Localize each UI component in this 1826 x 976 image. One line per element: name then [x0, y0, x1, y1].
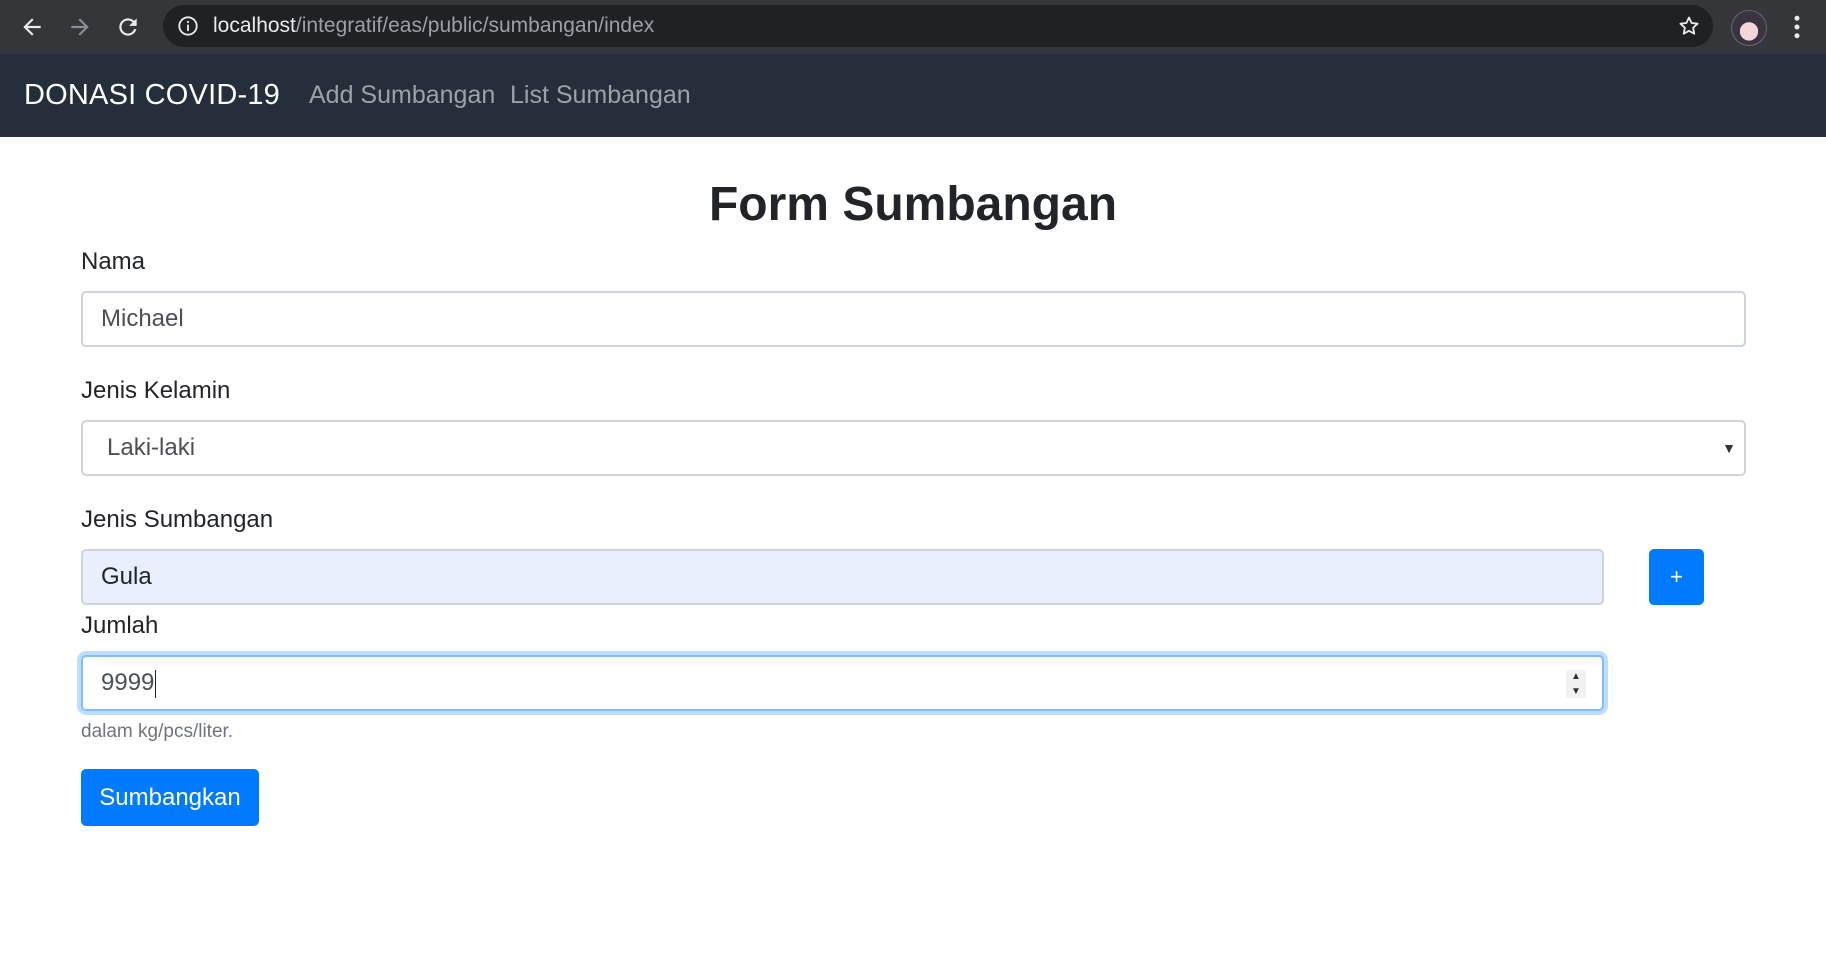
nama-input-value: Michael — [101, 305, 184, 332]
url-text: localhost/integratif/eas/public/sumbanga… — [213, 5, 654, 47]
info-icon — [178, 16, 198, 36]
navbar-brand[interactable]: DONASI COVID-19 — [24, 54, 280, 137]
back-button[interactable] — [11, 6, 53, 48]
browser-toolbar: localhost/integratif/eas/public/sumbanga… — [0, 0, 1826, 54]
text-caret — [155, 669, 157, 698]
number-stepper[interactable]: ▲ ▼ — [1566, 670, 1586, 698]
url-path: /integratif/eas/public/sumbangan/index — [295, 14, 655, 37]
nav-link-add-sumbangan[interactable]: Add Sumbangan — [309, 54, 495, 137]
jenis-sumbangan-input[interactable]: Gula — [81, 549, 1604, 605]
jenis-sumbangan-value: Gula — [101, 563, 152, 590]
page-title: Form Sumbangan — [708, 178, 1118, 231]
nav-link-list-sumbangan[interactable]: List Sumbangan — [510, 54, 691, 137]
jenis-kelamin-selected-value: Laki-laki — [107, 434, 196, 461]
reload-button[interactable] — [107, 6, 149, 48]
bookmark-star-icon[interactable] — [1677, 14, 1701, 38]
forward-button[interactable] — [59, 6, 101, 48]
add-sumbangan-button[interactable]: + — [1649, 549, 1704, 605]
app-navbar: DONASI COVID-19 Add Sumbangan List Sumba… — [0, 54, 1826, 137]
more-vert-icon[interactable] — [1782, 12, 1812, 42]
dropdown-arrow-icon: ▼ — [1722, 440, 1736, 456]
jenis-kelamin-select[interactable]: Laki-laki ▼ — [81, 420, 1746, 476]
nama-input[interactable]: Michael — [81, 291, 1746, 347]
back-arrow-icon — [23, 18, 41, 36]
nama-label: Nama — [81, 248, 146, 275]
jenis-sumbangan-label: Jenis Sumbangan — [81, 506, 274, 533]
sumbangkan-submit-button[interactable]: Sumbangkan — [81, 769, 259, 826]
jumlah-input[interactable]: 9999 ▲ ▼ — [81, 655, 1604, 711]
jumlah-value: 9999 — [101, 669, 155, 696]
stepper-up-icon[interactable]: ▲ — [1571, 670, 1581, 683]
url-host: localhost — [213, 14, 296, 37]
jenis-kelamin-label: Jenis Kelamin — [81, 377, 231, 404]
forward-arrow-icon — [71, 18, 89, 36]
jumlah-label: Jumlah — [81, 612, 159, 639]
reload-icon — [119, 18, 137, 36]
jumlah-help-text: dalam kg/pcs/liter. — [81, 721, 234, 742]
address-bar[interactable]: localhost/integratif/eas/public/sumbanga… — [163, 5, 1713, 47]
stepper-down-icon[interactable]: ▼ — [1571, 685, 1581, 698]
profile-avatar[interactable] — [1731, 10, 1767, 46]
